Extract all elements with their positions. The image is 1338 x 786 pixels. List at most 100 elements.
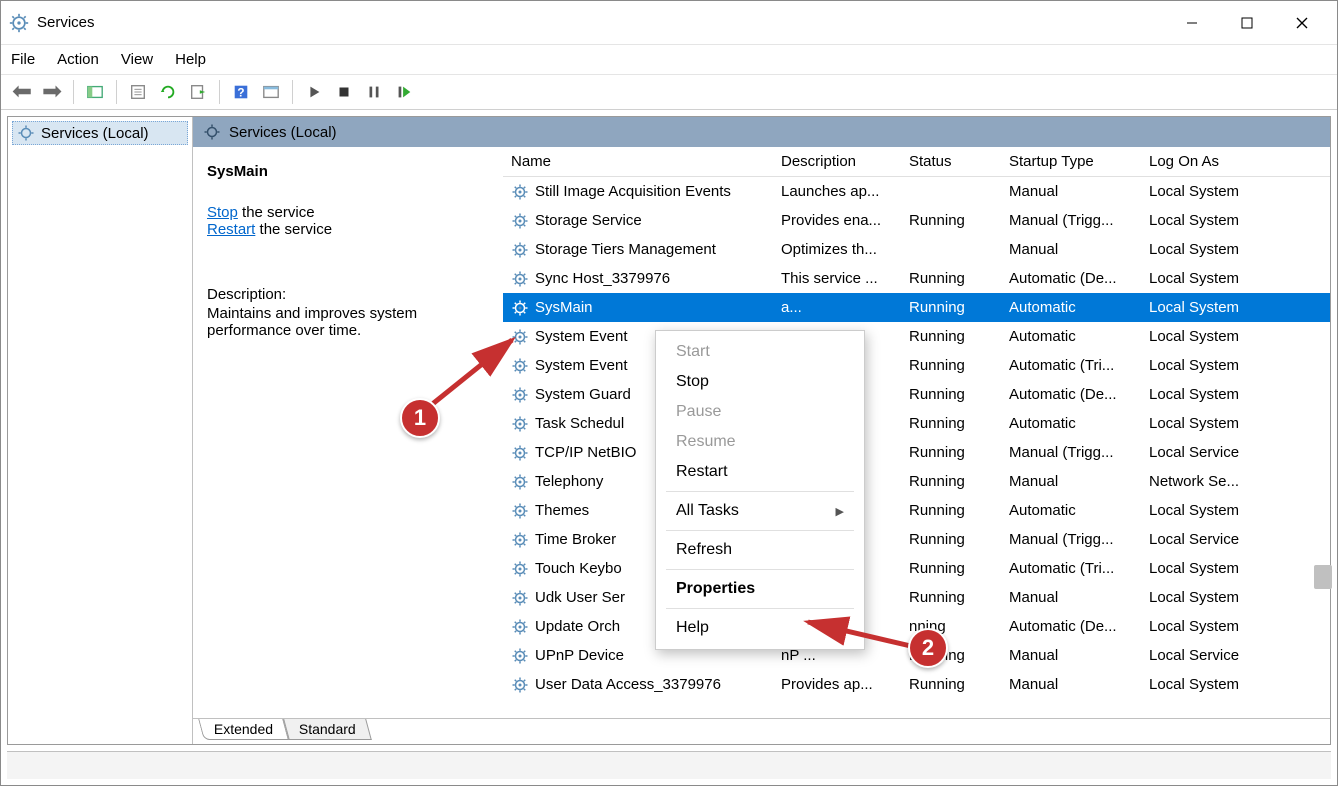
cell-startup: Automatic (De... <box>1001 386 1141 403</box>
cell-status: Running <box>901 299 1001 316</box>
service-row[interactable]: Touch Keyboo...RunningAutomatic (Tri...L… <box>503 554 1330 583</box>
restart-tail: the service <box>255 221 332 238</box>
cell-startup: Automatic (Tri... <box>1001 357 1141 374</box>
cell-logon: Local Service <box>1141 647 1281 664</box>
column-name[interactable]: Name <box>503 153 773 170</box>
description-text: Maintains and improves system performanc… <box>207 305 489 339</box>
toolbar-extra-button[interactable] <box>256 77 286 107</box>
service-row[interactable]: Themesse...RunningAutomaticLocal System <box>503 496 1330 525</box>
gear-icon <box>203 123 221 141</box>
service-row[interactable]: Storage Tiers ManagementOptimizes th...M… <box>503 235 1330 264</box>
service-row[interactable]: Udk User Sero...RunningManualLocal Syste… <box>503 583 1330 612</box>
cell-description: This service ... <box>773 270 901 287</box>
cell-logon: Local System <box>1141 212 1281 229</box>
service-row[interactable]: Storage ServiceProvides ena...RunningMan… <box>503 206 1330 235</box>
gear-icon <box>511 647 529 665</box>
stop-link[interactable]: Stop <box>207 204 238 221</box>
column-status[interactable]: Status <box>901 153 1001 170</box>
cell-startup: Automatic <box>1001 328 1141 345</box>
service-row[interactable]: SysMaina...RunningAutomaticLocal System <box>503 293 1330 322</box>
cell-startup: Automatic <box>1001 502 1141 519</box>
service-row[interactable]: Still Image Acquisition EventsLaunches a… <box>503 177 1330 206</box>
properties-button[interactable] <box>123 77 153 107</box>
cell-status: Running <box>901 531 1001 548</box>
chevron-right-icon: ▶ <box>836 505 844 518</box>
cell-startup: Manual <box>1001 183 1141 200</box>
close-button[interactable] <box>1274 3 1329 43</box>
tab-extended[interactable]: Extended <box>198 719 289 740</box>
cell-startup: Manual (Trigg... <box>1001 212 1141 229</box>
show-hide-tree-button[interactable] <box>80 77 110 107</box>
toolbar-separator <box>73 80 74 104</box>
service-name-text: System Guard <box>535 386 631 403</box>
cell-logon: Local System <box>1141 502 1281 519</box>
cell-status: Running <box>901 676 1001 693</box>
cell-startup: Automatic <box>1001 415 1141 432</box>
cell-logon: Local System <box>1141 415 1281 432</box>
cell-logon: Local Service <box>1141 531 1281 548</box>
menu-view[interactable]: View <box>121 51 153 68</box>
service-row[interactable]: User Data Access_3379976Provides ap...Ru… <box>503 670 1330 699</box>
column-startup-type[interactable]: Startup Type <box>1001 153 1141 170</box>
cell-description: a... <box>773 299 901 316</box>
restart-service-button[interactable] <box>389 77 419 107</box>
description-label: Description: <box>207 286 489 303</box>
service-row[interactable]: TCP/IP NetBIOup...RunningManual (Trigg..… <box>503 438 1330 467</box>
gear-icon <box>511 560 529 578</box>
menu-help[interactable]: Help <box>175 51 206 68</box>
service-name-text: Storage Service <box>535 212 642 229</box>
cell-startup: Manual <box>1001 241 1141 258</box>
ctx-properties[interactable]: Properties <box>656 574 864 604</box>
forward-button[interactable]: ➡ <box>37 77 67 107</box>
minimize-button[interactable] <box>1164 3 1219 43</box>
cell-status: Running <box>901 357 1001 374</box>
gear-icon <box>17 124 35 142</box>
service-name-text: User Data Access_3379976 <box>535 676 721 693</box>
cell-name: Storage Service <box>503 212 773 230</box>
window-buttons <box>1164 3 1329 43</box>
menu-file[interactable]: File <box>11 51 35 68</box>
cell-name: Sync Host_3379976 <box>503 270 773 288</box>
service-row[interactable]: Time Brokeres ...RunningManual (Trigg...… <box>503 525 1330 554</box>
stop-service-button[interactable] <box>329 77 359 107</box>
svg-text:?: ? <box>237 87 244 100</box>
cell-startup: Manual <box>1001 473 1141 490</box>
view-tabs: Extended Standard <box>193 718 1330 744</box>
service-name-text: Touch Keybo <box>535 560 622 577</box>
ctx-all-tasks[interactable]: All Tasks▶ <box>656 496 864 526</box>
service-row[interactable]: Telephonyel...RunningManualNetwork Se... <box>503 467 1330 496</box>
service-row[interactable]: Task Schedulus...RunningAutomaticLocal S… <box>503 409 1330 438</box>
help-button[interactable]: ? <box>226 77 256 107</box>
cell-status: Running <box>901 415 1001 432</box>
pause-service-button[interactable] <box>359 77 389 107</box>
column-log-on-as[interactable]: Log On As <box>1141 153 1281 170</box>
service-row[interactable]: System Guardan...RunningAutomatic (De...… <box>503 380 1330 409</box>
column-description[interactable]: Description <box>773 153 901 170</box>
export-button[interactable] <box>183 77 213 107</box>
refresh-button[interactable] <box>153 77 183 107</box>
ctx-restart[interactable]: Restart <box>656 457 864 487</box>
ctx-refresh[interactable]: Refresh <box>656 535 864 565</box>
service-row[interactable]: System Eventes ...RunningAutomatic (Tri.… <box>503 351 1330 380</box>
cell-name: Storage Tiers Management <box>503 241 773 259</box>
gear-icon <box>511 299 529 317</box>
cell-startup: Manual <box>1001 647 1141 664</box>
cell-status: Running <box>901 560 1001 577</box>
ctx-help[interactable]: Help <box>656 613 864 643</box>
tree-root-item[interactable]: Services (Local) <box>12 121 188 145</box>
service-row[interactable]: System Eventsy...RunningAutomaticLocal S… <box>503 322 1330 351</box>
restart-link[interactable]: Restart <box>207 221 255 238</box>
scrollbar-thumb[interactable] <box>1314 565 1332 589</box>
cell-logon: Local System <box>1141 386 1281 403</box>
start-service-button[interactable] <box>299 77 329 107</box>
toolbar-separator <box>116 80 117 104</box>
cell-startup: Automatic (De... <box>1001 270 1141 287</box>
service-row[interactable]: Sync Host_3379976This service ...Running… <box>503 264 1330 293</box>
cell-status: Running <box>901 212 1001 229</box>
back-button[interactable]: ⬅ <box>7 77 37 107</box>
menu-action[interactable]: Action <box>57 51 99 68</box>
tab-standard[interactable]: Standard <box>283 719 371 740</box>
ctx-stop[interactable]: Stop <box>656 367 864 397</box>
restart-service-line: Restart the service <box>207 221 489 238</box>
maximize-button[interactable] <box>1219 3 1274 43</box>
